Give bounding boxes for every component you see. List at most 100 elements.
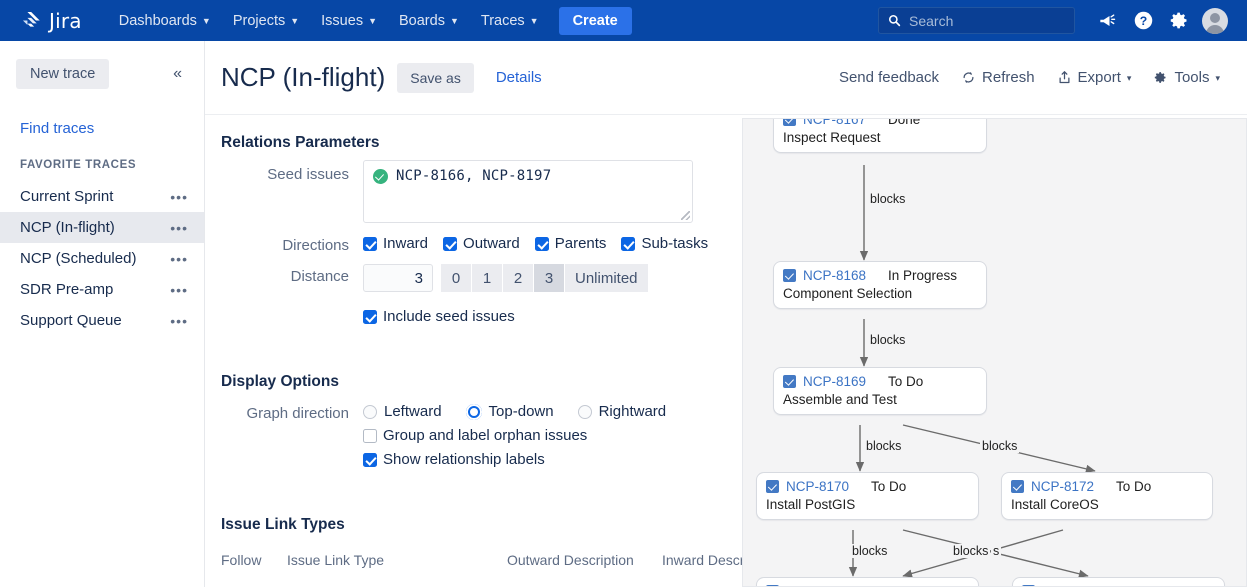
more-options-icon[interactable]: ••• [170,220,188,236]
distance-option-0[interactable]: 0 [441,264,472,292]
sidebar-item-ncp-in-flight[interactable]: NCP (In-flight) ••• [0,212,204,243]
export-icon [1057,70,1072,85]
checkbox-show-relationship-labels[interactable]: Show relationship labels [363,451,666,468]
main-content: NCP (In-flight) Save as Details Send fee… [205,41,1247,587]
checkbox-group-orphans[interactable]: Group and label orphan issues [363,427,666,444]
sidebar-item-support-queue[interactable]: Support Queue ••• [0,305,204,336]
issue-key[interactable]: NCP-8167 [803,118,866,127]
page-header: NCP (In-flight) Save as Details Send fee… [205,41,1247,115]
seed-issues-row: Seed issues NCP-8166, NCP-8197 [221,160,726,223]
issue-node-ncp-8168[interactable]: NCP-8168 In Progress Component Selection [773,261,987,309]
tools-button[interactable]: Tools ▾ [1142,63,1231,92]
radio-icon [363,405,377,419]
relations-graph[interactable]: NCP-8167 Done Inspect Request NCP-8168 I… [742,118,1247,587]
resize-handle[interactable] [681,211,690,220]
nav-item-dashboards[interactable]: Dashboards ▼ [108,7,222,35]
issue-node-ncp-8169[interactable]: NCP-8169 To Do Assemble and Test [773,367,987,415]
nav-item-projects[interactable]: Projects ▼ [222,7,310,35]
directions-label: Directions [221,231,363,254]
distance-option-3[interactable]: 3 [534,264,565,292]
avatar-button[interactable] [1197,3,1233,39]
issue-status: To Do [888,374,923,389]
help-icon[interactable]: ? [1125,3,1161,39]
radio-top-down[interactable]: Top-down [466,403,554,420]
issue-checkbox-icon[interactable] [783,118,796,126]
save-as-button[interactable]: Save as [397,63,474,93]
issue-node-ncp-8172[interactable]: NCP-8172 To Do Install CoreOS [1001,472,1213,520]
checkbox-include-seed-issues[interactable]: Include seed issues [363,308,515,325]
issue-node-ncp-8170[interactable]: NCP-8170 To Do Install PostGIS [756,472,979,520]
details-link[interactable]: Details [496,69,542,86]
checkbox-inward[interactable]: Inward [363,235,428,252]
more-options-icon[interactable]: ••• [170,313,188,329]
issue-checkbox-icon[interactable] [783,269,796,282]
sidebar-item-ncp-scheduled[interactable]: NCP (Scheduled) ••• [0,243,204,274]
column-header-inward-description: Inward Description [662,552,742,568]
sidebar-item-label: Current Sprint [20,188,113,205]
sidebar-item-current-sprint[interactable]: Current Sprint ••• [0,181,204,212]
issue-key[interactable]: NCP-8168 [803,268,866,283]
sidebar-item-sdr-pre-amp[interactable]: SDR Pre-amp ••• [0,274,204,305]
jira-logo-text: Jira [49,9,82,33]
issue-node-header: NCP-8168 In Progress [783,268,976,283]
avatar [1202,8,1228,34]
sidebar: New trace « Find traces FAVORITE TRACES … [0,41,205,587]
issue-key[interactable]: NCP-8170 [786,479,849,494]
nav-item-traces[interactable]: Traces ▼ [470,7,550,35]
column-header-issue-link-type: Issue Link Type [287,552,507,568]
chevron-down-icon: ▾ [1215,74,1220,83]
seed-issues-input[interactable]: NCP-8166, NCP-8197 [363,160,693,223]
issue-key[interactable]: NCP-8169 [803,374,866,389]
more-options-icon[interactable]: ••• [170,251,188,267]
more-options-icon[interactable]: ••• [170,282,188,298]
issue-status: Done [888,118,920,127]
search-input[interactable] [909,13,1059,29]
nav-item-boards[interactable]: Boards ▼ [388,7,470,35]
more-options-icon[interactable]: ••• [170,189,188,205]
directions-row: Directions Inward Outward Parents [221,231,726,254]
settings-gear-icon[interactable] [1161,3,1197,39]
page-title: NCP (In-flight) [221,62,385,93]
issue-node-header: NCP-8172 To Do [1011,479,1202,494]
checkbox-parents[interactable]: Parents [535,235,607,252]
graph-direction-radio-group: Leftward Top-down Rightward [363,399,666,420]
distance-option-1[interactable]: 1 [472,264,503,292]
nav-item-issues[interactable]: Issues ▼ [310,7,388,35]
column-header-outward-description: Outward Description [507,552,662,568]
nav-item-boards-label: Boards [399,13,445,29]
create-button[interactable]: Create [559,7,632,35]
radio-leftward[interactable]: Leftward [363,403,442,420]
issue-node-ncp-8171[interactable]: NCP-8171 To Do Load customer GIS data se… [1012,577,1225,587]
directions-checkbox-group: Inward Outward Parents Sub-tasks [363,231,708,252]
issue-node-ncp-8167[interactable]: NCP-8167 Done Inspect Request [773,118,987,153]
refresh-icon [961,70,976,85]
issue-node-header: NCP-8169 To Do [783,374,976,389]
distance-option-2[interactable]: 2 [503,264,534,292]
tools-label: Tools [1174,69,1209,86]
distance-option-unlimited[interactable]: Unlimited [565,264,648,292]
issue-key[interactable]: NCP-8172 [1031,479,1094,494]
issue-checkbox-icon[interactable] [766,480,779,493]
radio-leftward-label: Leftward [384,403,442,420]
issue-checkbox-icon[interactable] [1011,480,1024,493]
global-search[interactable] [878,7,1075,34]
checkbox-outward[interactable]: Outward [443,235,520,252]
radio-icon-selected [466,404,482,420]
collapse-sidebar-icon[interactable]: « [167,64,188,84]
new-trace-button[interactable]: New trace [16,59,109,89]
export-label: Export [1078,69,1121,86]
checkbox-sub-tasks[interactable]: Sub-tasks [621,235,708,252]
distance-input[interactable] [363,264,433,292]
export-button[interactable]: Export ▾ [1046,63,1143,92]
refresh-button[interactable]: Refresh [950,63,1046,92]
distance-controls: 0 1 2 3 Unlimited [363,262,648,292]
find-traces-link[interactable]: Find traces [0,120,204,137]
megaphone-icon[interactable] [1089,3,1125,39]
issue-node-ncp-8173[interactable]: NCP-8173 To Do Configure mapping applica… [756,577,979,587]
issue-checkbox-icon[interactable] [783,375,796,388]
radio-top-down-label: Top-down [489,403,554,420]
jira-logo[interactable]: Jira [20,9,82,33]
radio-rightward[interactable]: Rightward [578,403,667,420]
valid-check-icon [373,169,388,184]
send-feedback-button[interactable]: Send feedback [828,63,950,92]
